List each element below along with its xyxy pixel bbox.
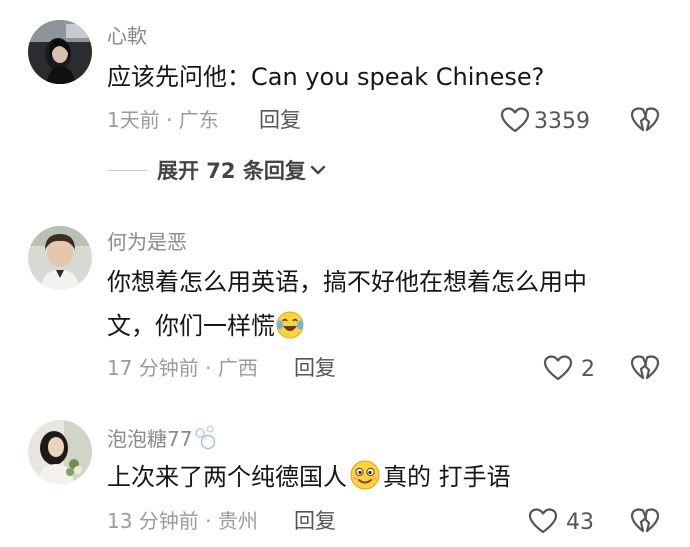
dislike-button[interactable] bbox=[630, 507, 660, 539]
comment-text-fragment: 真的 打手语 bbox=[383, 463, 511, 491]
comment-meta: 1天前 · 广东 bbox=[107, 108, 219, 132]
reply-button[interactable]: 回复 bbox=[294, 356, 336, 380]
like-button[interactable]: 43 bbox=[528, 507, 594, 539]
divider bbox=[107, 169, 147, 171]
comment-text: 应该先问他：Can you speak Chinese? bbox=[107, 63, 545, 91]
crying-laughing-emoji bbox=[275, 310, 305, 354]
comment-text: 上次来了两个纯德国人 真的 打手语 bbox=[107, 455, 647, 505]
chevron-down-icon bbox=[310, 161, 326, 180]
like-button[interactable]: 3359 bbox=[500, 106, 590, 138]
comment-text: 你想着怎么用英语，搞不好他在想着怎么用中 文，你们一样慌 bbox=[107, 260, 647, 354]
username-text: 泡泡糖77 bbox=[107, 427, 193, 451]
username[interactable]: 何为是恶 bbox=[107, 230, 187, 254]
like-count: 3359 bbox=[534, 109, 590, 134]
comment-text-fragment: 文，你们一样慌 bbox=[107, 312, 275, 340]
broken-heart-icon bbox=[630, 508, 660, 539]
avatar[interactable] bbox=[28, 420, 92, 484]
reply-button[interactable]: 回复 bbox=[294, 509, 336, 533]
avatar[interactable] bbox=[28, 20, 92, 84]
bubbles-icon bbox=[194, 424, 218, 455]
cheeky-smile-emoji bbox=[349, 459, 381, 505]
heart-icon bbox=[500, 106, 530, 138]
broken-heart-icon bbox=[630, 107, 660, 138]
comment-meta: 17 分钟前 · 广西 bbox=[107, 356, 258, 380]
comment-text-line: 你想着怎么用英语，搞不好他在想着怎么用中 bbox=[107, 268, 587, 296]
comment-meta: 13 分钟前 · 贵州 bbox=[107, 509, 258, 533]
like-button[interactable]: 2 bbox=[543, 354, 595, 386]
comment-text-line: 文，你们一样慌 bbox=[107, 304, 647, 354]
like-count: 2 bbox=[581, 357, 595, 382]
reply-button[interactable]: 回复 bbox=[259, 108, 301, 132]
avatar[interactable] bbox=[28, 226, 92, 290]
broken-heart-icon bbox=[630, 355, 660, 386]
heart-icon bbox=[528, 507, 558, 539]
heart-icon bbox=[543, 354, 573, 386]
username[interactable]: 泡泡糖77 bbox=[107, 424, 218, 455]
like-count: 43 bbox=[566, 510, 594, 535]
dislike-button[interactable] bbox=[630, 106, 660, 138]
expand-replies[interactable]: 展开 72 条回复 bbox=[107, 155, 326, 185]
username[interactable]: 心軟 bbox=[107, 24, 147, 48]
expand-replies-label: 展开 72 条回复 bbox=[157, 159, 306, 183]
comment-text-fragment: 上次来了两个纯德国人 bbox=[107, 463, 347, 491]
dislike-button[interactable] bbox=[630, 354, 660, 386]
